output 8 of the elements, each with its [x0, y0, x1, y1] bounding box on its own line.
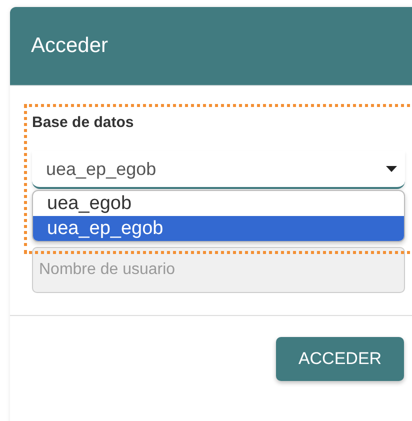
- dialog-title: Acceder: [31, 34, 108, 58]
- login-button[interactable]: ACCEDER: [276, 337, 404, 381]
- field-label: Base de datos: [32, 114, 135, 131]
- dropdown-option[interactable]: uea_egob: [33, 191, 404, 216]
- username-field[interactable]: Nombre de usuario: [32, 247, 405, 293]
- select-value: uea_ep_egob: [46, 158, 156, 180]
- caret-icon: [386, 166, 397, 172]
- dropdown-option[interactable]: uea_ep_egob: [33, 216, 404, 241]
